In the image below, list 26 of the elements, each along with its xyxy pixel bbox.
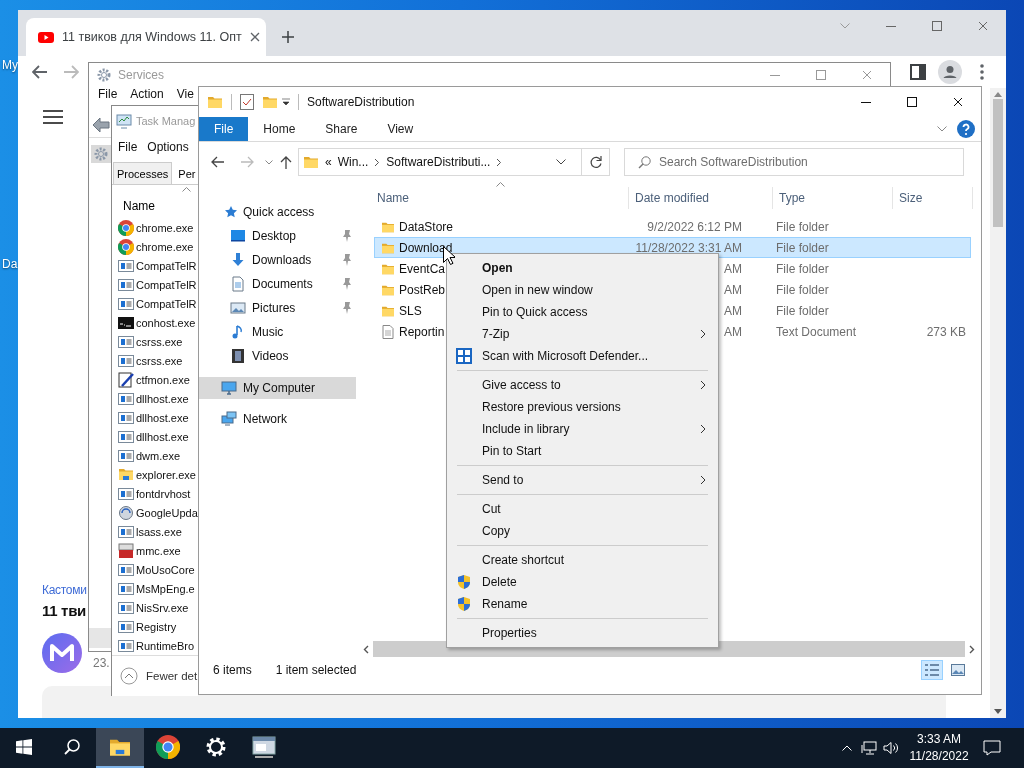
item-count: 6 items	[213, 662, 252, 677]
date-modified: AM	[724, 324, 742, 339]
file-name: Download	[399, 240, 453, 255]
article-title: 11 тви	[42, 601, 86, 621]
selection-count: 1 item selected	[275, 662, 357, 677]
file-name: EventCa	[399, 261, 446, 276]
window-title: SoftwareDistribution	[307, 95, 415, 109]
file-type: File folder	[776, 219, 829, 234]
publish-date: 23.	[93, 656, 110, 670]
file-type: Text Document	[776, 324, 857, 339]
file-name: DataStore	[399, 219, 454, 234]
date-modified: 9/2/2022 6:12 PM	[647, 219, 742, 234]
file-type: File folder	[776, 282, 829, 297]
date-modified: AM	[724, 303, 742, 318]
window-title: Services	[118, 68, 164, 82]
window-title: Task Manag	[136, 115, 196, 127]
file-type: File folder	[776, 240, 829, 255]
file-size: 273 KB	[926, 324, 966, 339]
file-name: PostReb	[399, 282, 446, 297]
date-modified: 11/28/2022 3:31 AM	[635, 240, 742, 255]
file-name: Reportin	[399, 324, 445, 339]
file-type: File folder	[776, 303, 829, 318]
file-name: SLS	[399, 303, 422, 318]
file-type: File folder	[776, 261, 829, 276]
date-modified: AM	[724, 282, 742, 297]
date-modified: AM	[724, 261, 742, 276]
